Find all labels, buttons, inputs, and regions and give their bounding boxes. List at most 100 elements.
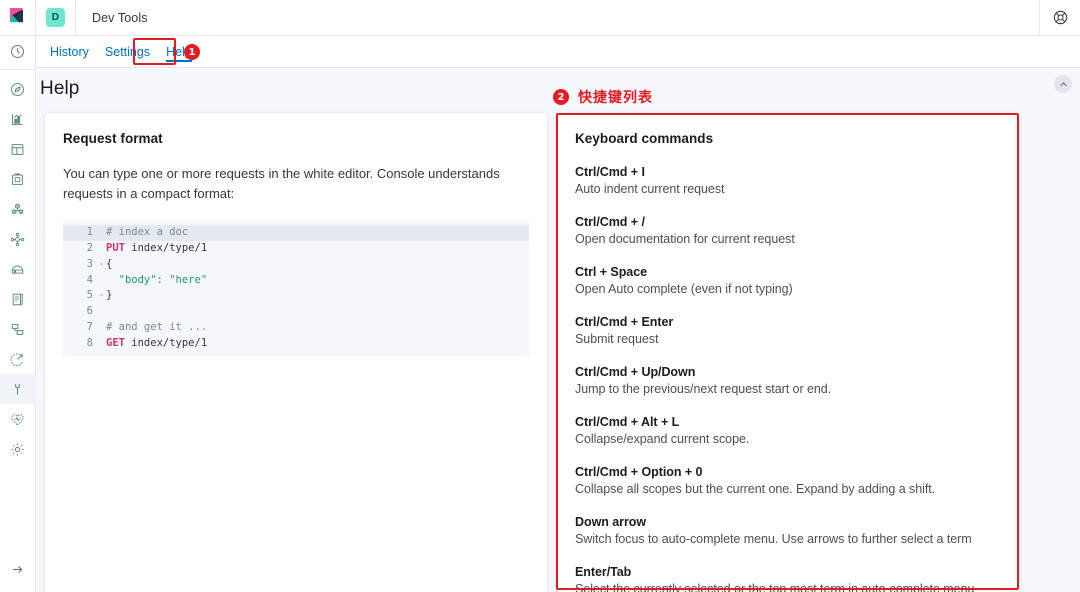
sidebar-item-monitoring[interactable]: [0, 404, 36, 434]
code-fold-toggle: [97, 273, 106, 289]
recently-viewed-clock-icon: [10, 44, 25, 59]
keyboard-command-description: Switch focus to auto-complete menu. Use …: [575, 532, 972, 546]
keyboard-command-key: Ctrl/Cmd + Alt + L: [575, 415, 680, 429]
code-fold-toggle: [97, 225, 106, 241]
code-line-number: 4: [86, 273, 93, 286]
maps-clipboard-icon: [10, 172, 25, 187]
app-title: Dev Tools: [92, 10, 148, 25]
code-line-number: 6: [86, 305, 93, 318]
code-line: 8 GET index/type/1: [63, 336, 529, 352]
metrics-gauge-icon: [10, 352, 25, 367]
code-fold-toggle: [97, 241, 106, 257]
keyboard-command-description: Open documentation for current request: [575, 232, 795, 246]
annotation-label-shortcut-list: 快捷键列表: [578, 90, 653, 106]
keyboard-command-item: Enter/Tab Select the currently selected o…: [575, 565, 1001, 592]
keyboard-command-item: Down arrow Switch focus to auto-complete …: [575, 515, 1001, 546]
kibana-dev-tools-window: D Dev Tools History Settings Help Help R…: [0, 0, 1080, 592]
keyboard-command-description: Collapse all scopes but the current one.…: [575, 482, 936, 496]
sidebar-item-machine-learning[interactable]: [0, 194, 36, 224]
sidebar-item-apm[interactable]: [0, 314, 36, 344]
code-line: 2 PUT index/type/1: [63, 241, 529, 257]
keyboard-command-item: Ctrl/Cmd + Alt + L Collapse/expand curren…: [575, 415, 1001, 446]
code-fold-toggle: [97, 320, 106, 336]
machine-learning-icon: [10, 202, 25, 217]
keyboard-command-key: Ctrl/Cmd + Up/Down: [575, 365, 696, 379]
top-header-bar: D Dev Tools: [0, 0, 1080, 36]
sidebar-item-graph[interactable]: [0, 224, 36, 254]
tab-settings[interactable]: Settings: [97, 45, 158, 67]
sidebar-item-maps[interactable]: [0, 164, 36, 194]
sidebar-item-management[interactable]: [0, 434, 36, 464]
primary-navigation-rail: [0, 36, 36, 592]
sidebar-item-discover[interactable]: [0, 74, 36, 104]
code-line-content: PUT index/type/1: [106, 241, 208, 254]
kibana-logo-icon[interactable]: [0, 0, 36, 36]
code-line-number: 7: [86, 321, 93, 334]
annotation-badge-2: 2: [553, 89, 569, 105]
code-line-content: GET index/type/1: [106, 336, 208, 349]
keyboard-command-description: Jump to the previous/next request start …: [575, 382, 832, 396]
space-switcher[interactable]: D: [36, 0, 76, 36]
sidebar-collapse-toggle[interactable]: [0, 554, 36, 584]
header-right-group: [1039, 0, 1080, 36]
discover-compass-icon: [10, 82, 25, 97]
code-line-content: # and get it ...: [106, 321, 208, 334]
request-format-panel: Request format You can type one or more …: [44, 112, 548, 592]
keyboard-command-description: Open Auto complete (even if not typing): [575, 282, 793, 296]
canvas-layout-icon: [10, 142, 25, 157]
keyboard-commands-list: Ctrl/Cmd + I Auto indent current request C…: [575, 165, 1001, 592]
keyboard-command-item: Ctrl + Space Open Auto complete (even if …: [575, 265, 1001, 296]
uptime-icon: [10, 262, 25, 277]
sidebar-item-logs[interactable]: [0, 284, 36, 314]
keyboard-command-key: Ctrl/Cmd + Enter: [575, 315, 674, 329]
code-fold-toggle[interactable]: -: [97, 288, 106, 304]
code-fold-toggle: [97, 336, 106, 352]
code-line-number: 2: [86, 241, 93, 254]
apm-flow-icon: [10, 322, 25, 337]
sidebar-item-dashboard[interactable]: [0, 104, 36, 134]
sidebar-item-dev-tools[interactable]: [0, 374, 36, 404]
keyboard-command-key: Down arrow: [575, 515, 647, 529]
arrow-up-circle-icon[interactable]: [1054, 75, 1072, 93]
tab-history[interactable]: History: [42, 45, 97, 67]
keyboard-command-item: Ctrl/Cmd + Option + 0 Collapse all scopes…: [575, 465, 1001, 496]
sidebar-item-recently-viewed[interactable]: [0, 36, 36, 66]
code-line-number: 3: [86, 257, 93, 270]
code-line-content: # index a doc: [106, 226, 189, 238]
sidebar-item-metrics[interactable]: [0, 344, 36, 374]
keyboard-commands-heading: Keyboard commands: [575, 131, 714, 146]
dashboard-chart-icon: [10, 112, 25, 127]
code-line-content: "body": "here": [106, 273, 208, 286]
code-line-content: }: [106, 289, 113, 302]
code-fold-toggle: [97, 304, 106, 320]
space-badge: D: [46, 8, 65, 27]
code-line: 4 "body": "here": [63, 273, 529, 289]
header-left-group: D Dev Tools: [0, 0, 148, 36]
sidebar-item-canvas[interactable]: [0, 134, 36, 164]
keyboard-command-key: Enter/Tab: [575, 565, 632, 579]
page-title: Help: [40, 78, 80, 99]
keyboard-commands-panel: Keyboard commands Ctrl/Cmd + I Auto inden…: [556, 112, 1020, 592]
keyboard-command-key: Ctrl/Cmd + I: [575, 165, 645, 179]
dev-tools-wrench-icon: [10, 382, 25, 397]
keyboard-command-description: Collapse/expand current scope.: [575, 432, 750, 446]
rail-divider: [0, 69, 36, 70]
keyboard-command-item: Ctrl/Cmd + / Open documentation for curre…: [575, 215, 1001, 246]
monitoring-heartbeat-icon: [10, 412, 25, 427]
logs-document-icon: [10, 292, 25, 307]
management-gear-icon: [10, 442, 25, 457]
keyboard-command-key: Ctrl/Cmd + /: [575, 215, 645, 229]
code-line-number: 1: [86, 226, 93, 238]
code-line: 3-{: [63, 257, 529, 273]
request-format-paragraph: You can type one or more requests in the…: [63, 166, 500, 201]
code-fold-toggle[interactable]: -: [97, 257, 106, 273]
keyboard-command-item: Ctrl/Cmd + Up/Down Jump to the previous/n…: [575, 365, 1001, 396]
graph-network-icon: [10, 232, 25, 247]
request-format-code-block[interactable]: 1 # index a doc 2 PUT index/type/1 3-{4 "bod…: [63, 221, 529, 356]
keyboard-command-key: Ctrl + Space: [575, 265, 648, 279]
help-content-area: Help Request format You can type one or …: [36, 68, 1080, 592]
sidebar-item-uptime[interactable]: [0, 254, 36, 284]
code-line: 5-}: [63, 288, 529, 304]
help-life-ring-icon[interactable]: [1040, 0, 1080, 36]
keyboard-command-key: Ctrl/Cmd + Option + 0: [575, 465, 703, 479]
